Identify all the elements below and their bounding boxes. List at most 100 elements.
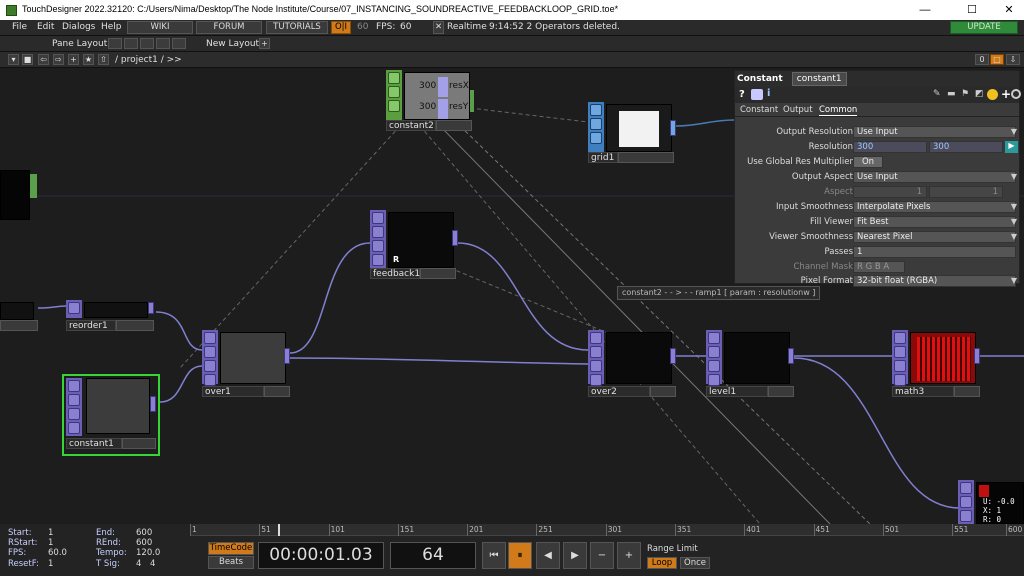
output-aspect-menu[interactable]: Use Input [853,171,1016,183]
output-resolution-menu[interactable]: Use Input [853,126,1016,138]
reorder1-label[interactable]: reorder1 [66,320,116,331]
tab-output[interactable]: Output [783,105,813,115]
wiki-button[interactable]: WIKI [127,21,193,34]
add-param-icon[interactable]: + [1001,87,1011,101]
menu-edit[interactable]: Edit [37,22,54,32]
realtime-checkbox[interactable]: ✕ [433,21,444,34]
rstart-value[interactable]: 1 [48,538,53,548]
new-layout-button[interactable]: + [259,38,270,49]
forward-icon[interactable]: ⇨ [53,54,64,65]
help-icon[interactable]: ? [739,89,745,100]
layout-four-icon[interactable] [172,38,186,49]
math3-flags[interactable] [954,386,980,397]
step-back-button[interactable]: ◀ [536,542,560,569]
zero-button[interactable]: 0 [975,54,989,65]
target-icon[interactable] [1011,89,1021,99]
fps-timeline-value[interactable]: 60.0 [48,548,67,558]
partial2-flags[interactable] [0,320,38,331]
minimize-button[interactable]: — [913,2,937,18]
end-value[interactable]: 600 [136,528,152,538]
node-constant1[interactable]: constant1 [62,374,160,456]
level1-output[interactable] [788,348,794,364]
constant2-output[interactable] [470,90,474,112]
layout-three-icon[interactable] [156,38,170,49]
layout-single-icon[interactable] [108,38,122,49]
edit-icon[interactable]: ✎ [933,89,941,99]
comment-icon[interactable]: ▬ [947,89,956,99]
over2-flags[interactable] [650,386,676,397]
over1-label[interactable]: over1 [202,386,264,397]
once-button[interactable]: Once [680,557,710,569]
tab-constant[interactable]: Constant [740,105,778,115]
play-button[interactable]: ▶ [563,542,587,569]
layout-split-icon[interactable] [124,38,138,49]
layout-split-v-icon[interactable] [140,38,154,49]
level1-label[interactable]: level1 [706,386,768,397]
grid1-flags[interactable] [618,152,674,163]
over2-output[interactable] [670,348,676,364]
menu-dialogs[interactable]: Dialogs [62,22,95,32]
over1-flags[interactable] [264,386,290,397]
tsig-value-2[interactable]: 4 [150,559,155,569]
python-icon[interactable] [751,89,763,100]
timecode-button[interactable]: TimeCode [208,542,254,555]
beats-button[interactable]: Beats [208,556,254,569]
tsig-value-1[interactable]: 4 [136,559,141,569]
frame-display[interactable]: 64 [390,542,476,569]
tempo-value[interactable]: 120.0 [136,548,160,558]
resolution-play-icon[interactable]: ▶ [1005,141,1018,153]
constant2-label[interactable]: constant2 [386,120,436,131]
over2-label[interactable]: over2 [588,386,650,397]
menu-help[interactable]: Help [101,22,122,32]
fill-viewer-menu[interactable]: Fit Best [853,216,1016,228]
add-icon[interactable]: + [68,54,79,65]
constant1-output[interactable] [150,396,156,412]
viewer-toggle-icon[interactable]: □ [990,54,1004,65]
update-button[interactable]: UPDATE [950,21,1018,34]
pane-menu-icon[interactable]: ▾ [8,54,19,65]
resolution-w-field[interactable]: 300 [853,141,927,153]
start-value[interactable]: 1 [48,528,53,538]
star-icon[interactable]: ★ [83,54,94,65]
loop-button[interactable]: Loop [647,557,677,569]
timecode-display[interactable]: 00:00:01.03 [258,542,384,569]
rend-value[interactable]: 600 [136,538,152,548]
resetf-value[interactable]: 1 [48,559,53,569]
level1-flags[interactable] [768,386,794,397]
viewer-smoothness-menu[interactable]: Nearest Pixel [853,231,1016,243]
rewind-button[interactable]: ⏮ [482,542,506,569]
math3-label[interactable]: math3 [892,386,954,397]
aspect-1-field[interactable]: 1 [853,186,927,198]
channel-mask-toggles[interactable]: R G B A [853,261,905,273]
step-minus-button[interactable]: − [590,542,614,569]
flag-icon[interactable]: ⚑ [961,89,969,99]
network-path[interactable]: / project1 / >> [115,55,182,65]
close-button[interactable]: ✕ [997,2,1021,18]
grid1-label[interactable]: grid1 [588,152,618,163]
pause-button[interactable]: ⏸ [508,542,532,569]
info-icon[interactable]: i [767,88,770,99]
math3-output[interactable] [974,348,980,364]
download-icon[interactable]: ⇩ [1006,54,1020,65]
feedback1-flags[interactable] [420,268,456,279]
resolution-h-field[interactable]: 300 [929,141,1003,153]
over1-output[interactable] [284,348,290,364]
menu-file[interactable]: File [12,22,27,32]
reorder1-flags[interactable] [116,320,154,331]
pixel-format-menu[interactable]: 32-bit float (RGBA) [853,275,1016,287]
passes-slider[interactable]: 1 [853,246,1016,258]
lock-icon[interactable]: ◩ [975,89,984,99]
python-logo-icon[interactable] [987,89,998,100]
perform-toggle[interactable]: O|I [331,21,351,34]
grid1-output[interactable] [670,120,676,136]
timeline-ruler[interactable]: 1 51 101 151 201 251 301 351 401 451 501 551 600 [190,524,1024,536]
global-res-toggle[interactable]: On [853,156,883,168]
constant1-label[interactable]: constant1 [66,438,122,449]
forum-button[interactable]: FORUM [196,21,262,34]
tab-common[interactable]: Common [819,105,858,116]
aspect-2-field[interactable]: 1 [929,186,1003,198]
maximize-button[interactable]: ☐ [960,2,984,18]
up-icon[interactable]: ⇧ [98,54,109,65]
step-plus-button[interactable]: + [617,542,641,569]
tutorials-button[interactable]: TUTORIALS [266,21,328,34]
